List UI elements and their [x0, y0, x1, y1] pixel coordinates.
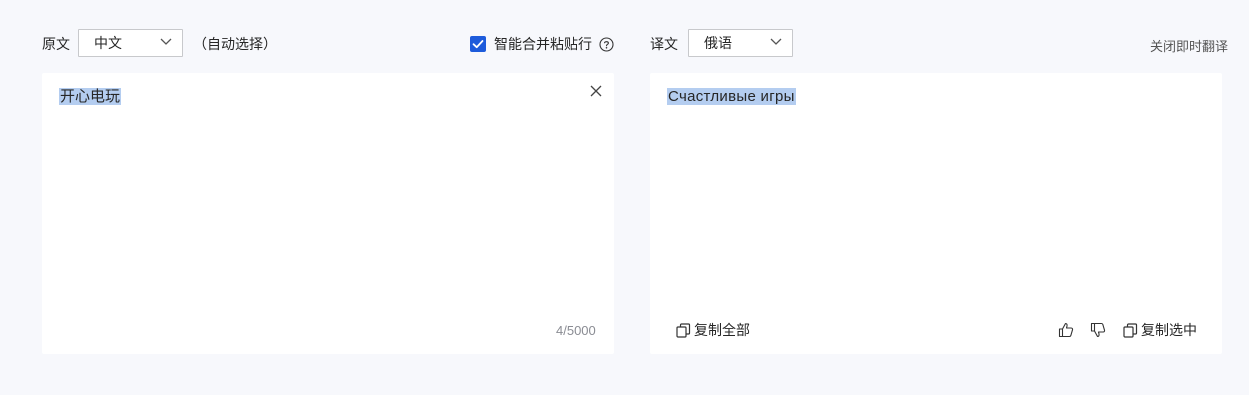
- target-language-label: 译文: [650, 36, 678, 52]
- close-icon[interactable]: [590, 85, 602, 97]
- chevron-down-icon: [770, 38, 782, 45]
- source-language-select[interactable]: 中文: [78, 29, 183, 57]
- target-language-select[interactable]: 俄语: [688, 29, 793, 57]
- checkbox-check-icon: [472, 40, 484, 49]
- copy-selected-label: 复制选中: [1141, 322, 1197, 338]
- copy-selected-button[interactable]: 复制选中: [1123, 320, 1197, 340]
- target-panel: Счастливые игры 复制全部 复制选中: [650, 73, 1222, 354]
- translation-text: Счастливые игры: [667, 88, 796, 105]
- thumbs-down-icon[interactable]: [1090, 322, 1106, 338]
- copy-all-label: 复制全部: [694, 322, 750, 338]
- char-count: 4/5000: [556, 323, 596, 338]
- target-language-value: 俄语: [704, 35, 732, 51]
- smart-merge-label[interactable]: 智能合并粘贴行: [494, 34, 592, 54]
- copy-icon: [1123, 322, 1138, 338]
- source-language-label: 原文: [42, 36, 70, 52]
- copy-all-button[interactable]: 复制全部: [676, 320, 750, 340]
- thumbs-up-icon[interactable]: [1058, 322, 1074, 338]
- help-circle-icon[interactable]: [599, 37, 614, 52]
- chevron-down-icon: [160, 38, 172, 45]
- smart-merge-checkbox[interactable]: [470, 36, 486, 52]
- source-language-value: 中文: [94, 35, 122, 51]
- source-text-input[interactable]: 开心电玩: [59, 88, 122, 106]
- close-instant-translation-link[interactable]: 关闭即时翻译: [1150, 36, 1228, 55]
- copy-icon: [676, 322, 691, 338]
- source-panel: 开心电玩 4/5000: [42, 73, 614, 354]
- auto-select-hint: （自动选择）: [193, 36, 277, 52]
- source-text: 开心电玩: [59, 88, 122, 105]
- translation-output[interactable]: Счастливые игры: [667, 88, 796, 106]
